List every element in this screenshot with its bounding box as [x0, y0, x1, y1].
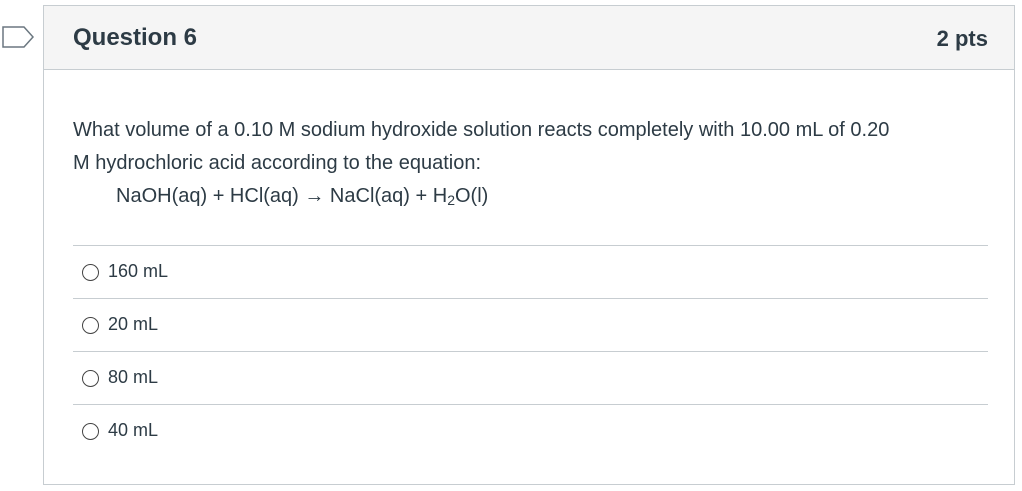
chemical-equation: NaOH(aq) + HCl(aq) → NaCl(aq) + H2O(l) — [73, 180, 993, 213]
question-header: Question 6 2 pts — [44, 6, 1014, 70]
question-text-line-2: M hydrochloric acid according to the equ… — [73, 152, 482, 174]
answer-label[interactable]: 80 mL — [108, 367, 158, 388]
answer-option[interactable]: 20 mL — [73, 298, 988, 351]
question-title: Question 6 — [73, 24, 198, 51]
answer-option[interactable]: 160 mL — [73, 245, 988, 298]
answer-option[interactable]: 80 mL — [73, 351, 988, 404]
radio-button[interactable] — [82, 317, 99, 334]
question-text-line-1: What volume of a 0.10 M sodium hydroxide… — [73, 119, 890, 141]
radio-button[interactable] — [82, 423, 99, 440]
answer-option[interactable]: 40 mL — [73, 404, 988, 457]
equation-subscript: 2 — [447, 192, 455, 208]
radio-button[interactable] — [82, 264, 99, 281]
answer-label[interactable]: 160 mL — [108, 261, 168, 282]
answer-label[interactable]: 40 mL — [108, 420, 158, 441]
question-text: What volume of a 0.10 M sodium hydroxide… — [73, 114, 993, 213]
equation-main: NaOH(aq) + HCl(aq) → NaCl(aq) + H — [116, 185, 448, 207]
question-card: Question 6 2 pts What volume of a 0.10 M… — [43, 5, 1015, 485]
flag-question-icon[interactable] — [2, 26, 34, 48]
answer-list: 160 mL 20 mL 80 mL 40 mL — [73, 245, 988, 457]
radio-button[interactable] — [82, 370, 99, 387]
equation-end: O(l) — [455, 185, 489, 207]
answer-label[interactable]: 20 mL — [108, 314, 158, 335]
question-points: 2 pts — [936, 26, 988, 51]
